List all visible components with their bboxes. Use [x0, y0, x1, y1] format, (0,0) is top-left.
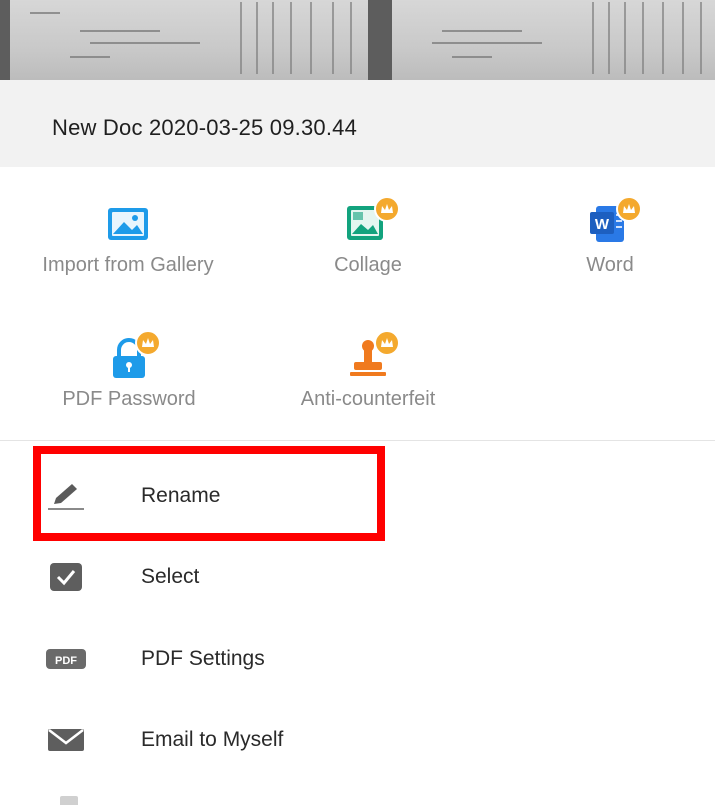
page-thumbnail-2[interactable] — [392, 0, 715, 80]
tool-label: PDF Password — [62, 388, 196, 410]
tool-label: Import from Gallery — [42, 254, 214, 276]
import-from-gallery-button[interactable]: Import from Gallery — [18, 200, 238, 277]
highlight-box — [33, 446, 385, 541]
pdf-icon: PDF — [46, 643, 86, 675]
tool-label: Anti-counterfeit — [300, 388, 436, 410]
word-button[interactable]: W Word — [500, 196, 715, 277]
section-divider — [0, 440, 715, 441]
svg-text:W: W — [595, 216, 610, 233]
menu-item-label: Email to Myself — [141, 728, 284, 751]
pdf-badge-text: PDF — [55, 655, 77, 667]
select-menu-item[interactable]: Select — [0, 547, 715, 607]
next-menu-icon — [60, 796, 78, 805]
page-thumbnails — [0, 0, 715, 80]
envelope-icon — [46, 724, 86, 756]
premium-crown-icon — [135, 330, 161, 356]
anti-counterfeit-button[interactable]: Anti-counterfeit — [258, 330, 478, 411]
word-icon: W — [586, 196, 642, 248]
image-icon — [104, 200, 152, 248]
stamp-icon — [344, 330, 400, 382]
pdf-settings-menu-item[interactable]: PDF PDF Settings — [0, 629, 715, 689]
lock-icon — [105, 330, 161, 382]
document-title: New Doc 2020-03-25 09.30.44 — [52, 115, 358, 140]
tool-label: Collage — [334, 254, 402, 276]
collage-icon — [344, 196, 400, 248]
collage-button[interactable]: Collage — [258, 196, 478, 277]
premium-crown-icon — [374, 330, 400, 356]
checkbox-icon — [46, 561, 86, 593]
premium-crown-icon — [374, 196, 400, 222]
premium-crown-icon — [616, 196, 642, 222]
page-thumbnail-1[interactable] — [10, 0, 368, 80]
tool-label: Word — [586, 254, 634, 276]
menu-item-label: Select — [141, 565, 200, 588]
email-to-myself-menu-item[interactable]: Email to Myself — [0, 710, 715, 770]
pdf-password-button[interactable]: PDF Password — [19, 330, 239, 411]
menu-item-label: PDF Settings — [141, 647, 265, 670]
